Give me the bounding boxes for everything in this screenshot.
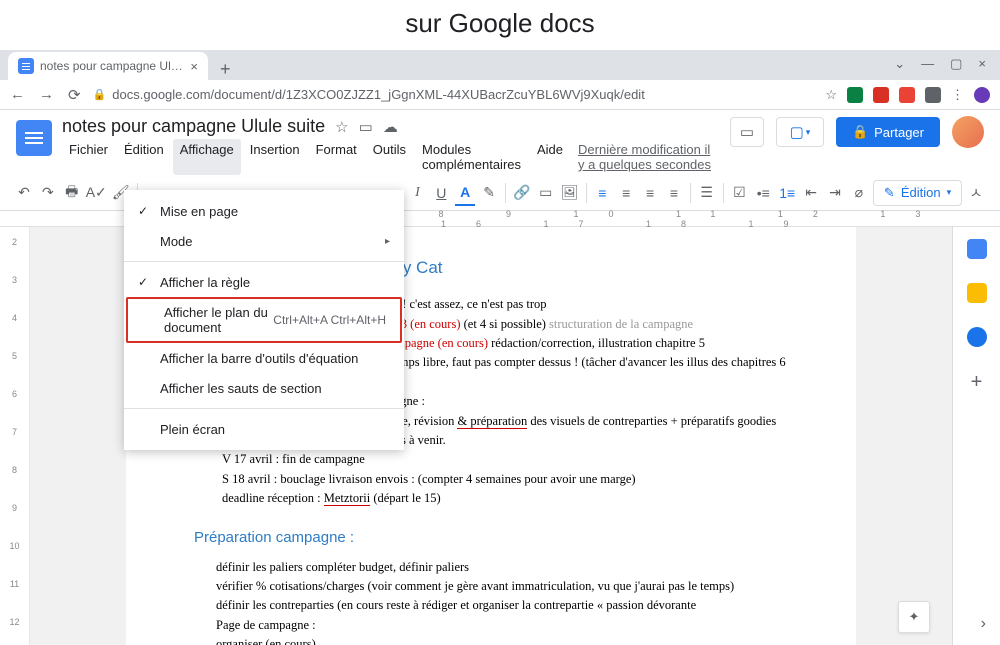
url-text: docs.google.com/document/d/1Z3XCO0ZJZZ1_… [112, 87, 645, 102]
editing-mode-button[interactable]: ✎ Édition ▾ [873, 180, 962, 206]
link-button[interactable]: 🔗 [512, 180, 532, 206]
check-icon: ✓ [138, 275, 160, 289]
menu-insertion[interactable]: Insertion [243, 139, 307, 175]
collapse-toolbar-button[interactable]: ㅅ [966, 180, 986, 206]
lock-icon: 🔒 [852, 124, 868, 140]
text-color-button[interactable]: A [455, 180, 475, 206]
dd-afficher-sauts[interactable]: Afficher les sauts de section [124, 373, 404, 403]
extension-icon-4[interactable] [925, 87, 941, 103]
docs-logo-icon[interactable] [16, 120, 52, 156]
indent-dec-button[interactable]: ⇤ [801, 180, 821, 206]
affichage-dropdown: ✓ Mise en page Mode ▸ ✓ Afficher la règl… [124, 190, 404, 450]
comment-button[interactable]: ▭ [536, 180, 556, 206]
window-controls: ⌄ — ▢ × [884, 50, 996, 78]
menu-outils[interactable]: Outils [366, 139, 413, 175]
indent-inc-button[interactable]: ⇥ [825, 180, 845, 206]
maximize-icon[interactable]: ▢ [950, 56, 962, 72]
extension-icon-1[interactable] [847, 87, 863, 103]
redo-button[interactable]: ↷ [38, 180, 58, 206]
last-modified[interactable]: Dernière modification il y a quelques se… [578, 139, 720, 175]
tab-bar: notes pour campagne Ulule suit × + ⌄ — ▢… [0, 50, 1000, 80]
heading-2: Préparation campagne : [194, 526, 788, 549]
bullet-list-button[interactable]: •≡ [753, 180, 773, 206]
add-icon[interactable]: + [971, 371, 983, 394]
calendar-icon[interactable] [967, 239, 987, 259]
cloud-icon[interactable]: ☁ [383, 118, 398, 136]
lock-icon: 🔒 [93, 88, 107, 101]
keep-icon[interactable] [967, 283, 987, 303]
side-panel-toggle[interactable]: › [981, 615, 986, 633]
star-icon[interactable]: ☆ [825, 87, 837, 103]
undo-button[interactable]: ↶ [14, 180, 34, 206]
back-icon[interactable]: ← [10, 86, 25, 104]
profile-icon[interactable] [974, 87, 990, 103]
menu-aide[interactable]: Aide [530, 139, 570, 175]
underline-button[interactable]: U [431, 180, 451, 206]
menu-format[interactable]: Format [309, 139, 364, 175]
vertical-ruler[interactable]: 234 567 8910 1112 [0, 227, 30, 645]
document-title[interactable]: notes pour campagne Ulule suite [62, 116, 325, 137]
docs-header: notes pour campagne Ulule suite ☆ ▭ ☁ Fi… [0, 110, 1000, 175]
minimize-icon[interactable]: — [921, 56, 934, 72]
comments-button[interactable]: ▭ [730, 117, 764, 147]
dd-mise-en-page[interactable]: ✓ Mise en page [124, 196, 404, 226]
menu-edition[interactable]: Édition [117, 139, 171, 175]
pencil-icon: ✎ [884, 185, 895, 201]
forward-icon[interactable]: → [39, 86, 54, 104]
line-spacing-button[interactable]: ☰ [697, 180, 717, 206]
chevron-down-icon[interactable]: ⌄ [894, 56, 905, 72]
menu-affichage[interactable]: Affichage [173, 139, 241, 175]
clear-format-button[interactable]: ⌀ [849, 180, 869, 206]
url-field[interactable]: 🔒 docs.google.com/document/d/1Z3XCO0ZJZZ… [93, 87, 814, 102]
spellcheck-button[interactable]: A✓ [86, 180, 107, 206]
dd-plein-ecran[interactable]: Plein écran [124, 414, 404, 444]
image-button[interactable]: 🖼 [560, 180, 580, 206]
tab-close-icon[interactable]: × [190, 59, 198, 74]
dd-afficher-equation[interactable]: Afficher la barre d'outils d'équation [124, 343, 404, 373]
star-icon[interactable]: ☆ [335, 118, 348, 136]
align-right-button[interactable]: ≡ [640, 180, 660, 206]
extension-icon-2[interactable] [873, 87, 889, 103]
extension-icon-3[interactable] [899, 87, 915, 103]
align-justify-button[interactable]: ≡ [664, 180, 684, 206]
chevron-right-icon: ▸ [385, 236, 390, 247]
tab-title: notes pour campagne Ulule suit [40, 59, 184, 73]
close-icon[interactable]: × [978, 56, 986, 72]
checklist-button[interactable]: ☑ [729, 180, 749, 206]
highlight-button[interactable]: ✎ [479, 180, 499, 206]
tasks-icon[interactable] [967, 327, 987, 347]
dd-afficher-regle[interactable]: ✓ Afficher la règle [124, 267, 404, 297]
docs-favicon-icon [18, 58, 34, 74]
menu-modules[interactable]: Modules complémentaires [415, 139, 528, 175]
menu-dots-icon[interactable]: ⋮ [951, 87, 964, 103]
print-button[interactable]: 🖶 [62, 180, 82, 206]
annotation-text: sur Google docs [0, 8, 1000, 39]
explore-button[interactable]: ✦ [898, 601, 930, 633]
side-panel: + [952, 227, 1000, 645]
present-button[interactable]: ▢▾ [776, 117, 824, 147]
menu-bar: Fichier Édition Affichage Insertion Form… [62, 139, 720, 175]
reload-icon[interactable]: ⟳ [68, 86, 81, 104]
number-list-button[interactable]: 1≡ [777, 180, 797, 206]
new-tab-button[interactable]: + [208, 59, 243, 80]
menu-fichier[interactable]: Fichier [62, 139, 115, 175]
browser-tab[interactable]: notes pour campagne Ulule suit × [8, 52, 208, 80]
check-icon: ✓ [138, 204, 160, 218]
address-bar: ← → ⟳ 🔒 docs.google.com/document/d/1Z3XC… [0, 80, 1000, 110]
dd-afficher-plan[interactable]: Afficher le plan du document Ctrl+Alt+A … [128, 299, 400, 341]
align-left-button[interactable]: ≡ [592, 180, 612, 206]
move-icon[interactable]: ▭ [359, 118, 373, 136]
italic-button[interactable]: I [407, 180, 427, 206]
align-center-button[interactable]: ≡ [616, 180, 636, 206]
user-avatar[interactable] [952, 116, 984, 148]
share-button[interactable]: 🔒Partager [836, 117, 940, 147]
dd-mode[interactable]: Mode ▸ [124, 226, 404, 256]
